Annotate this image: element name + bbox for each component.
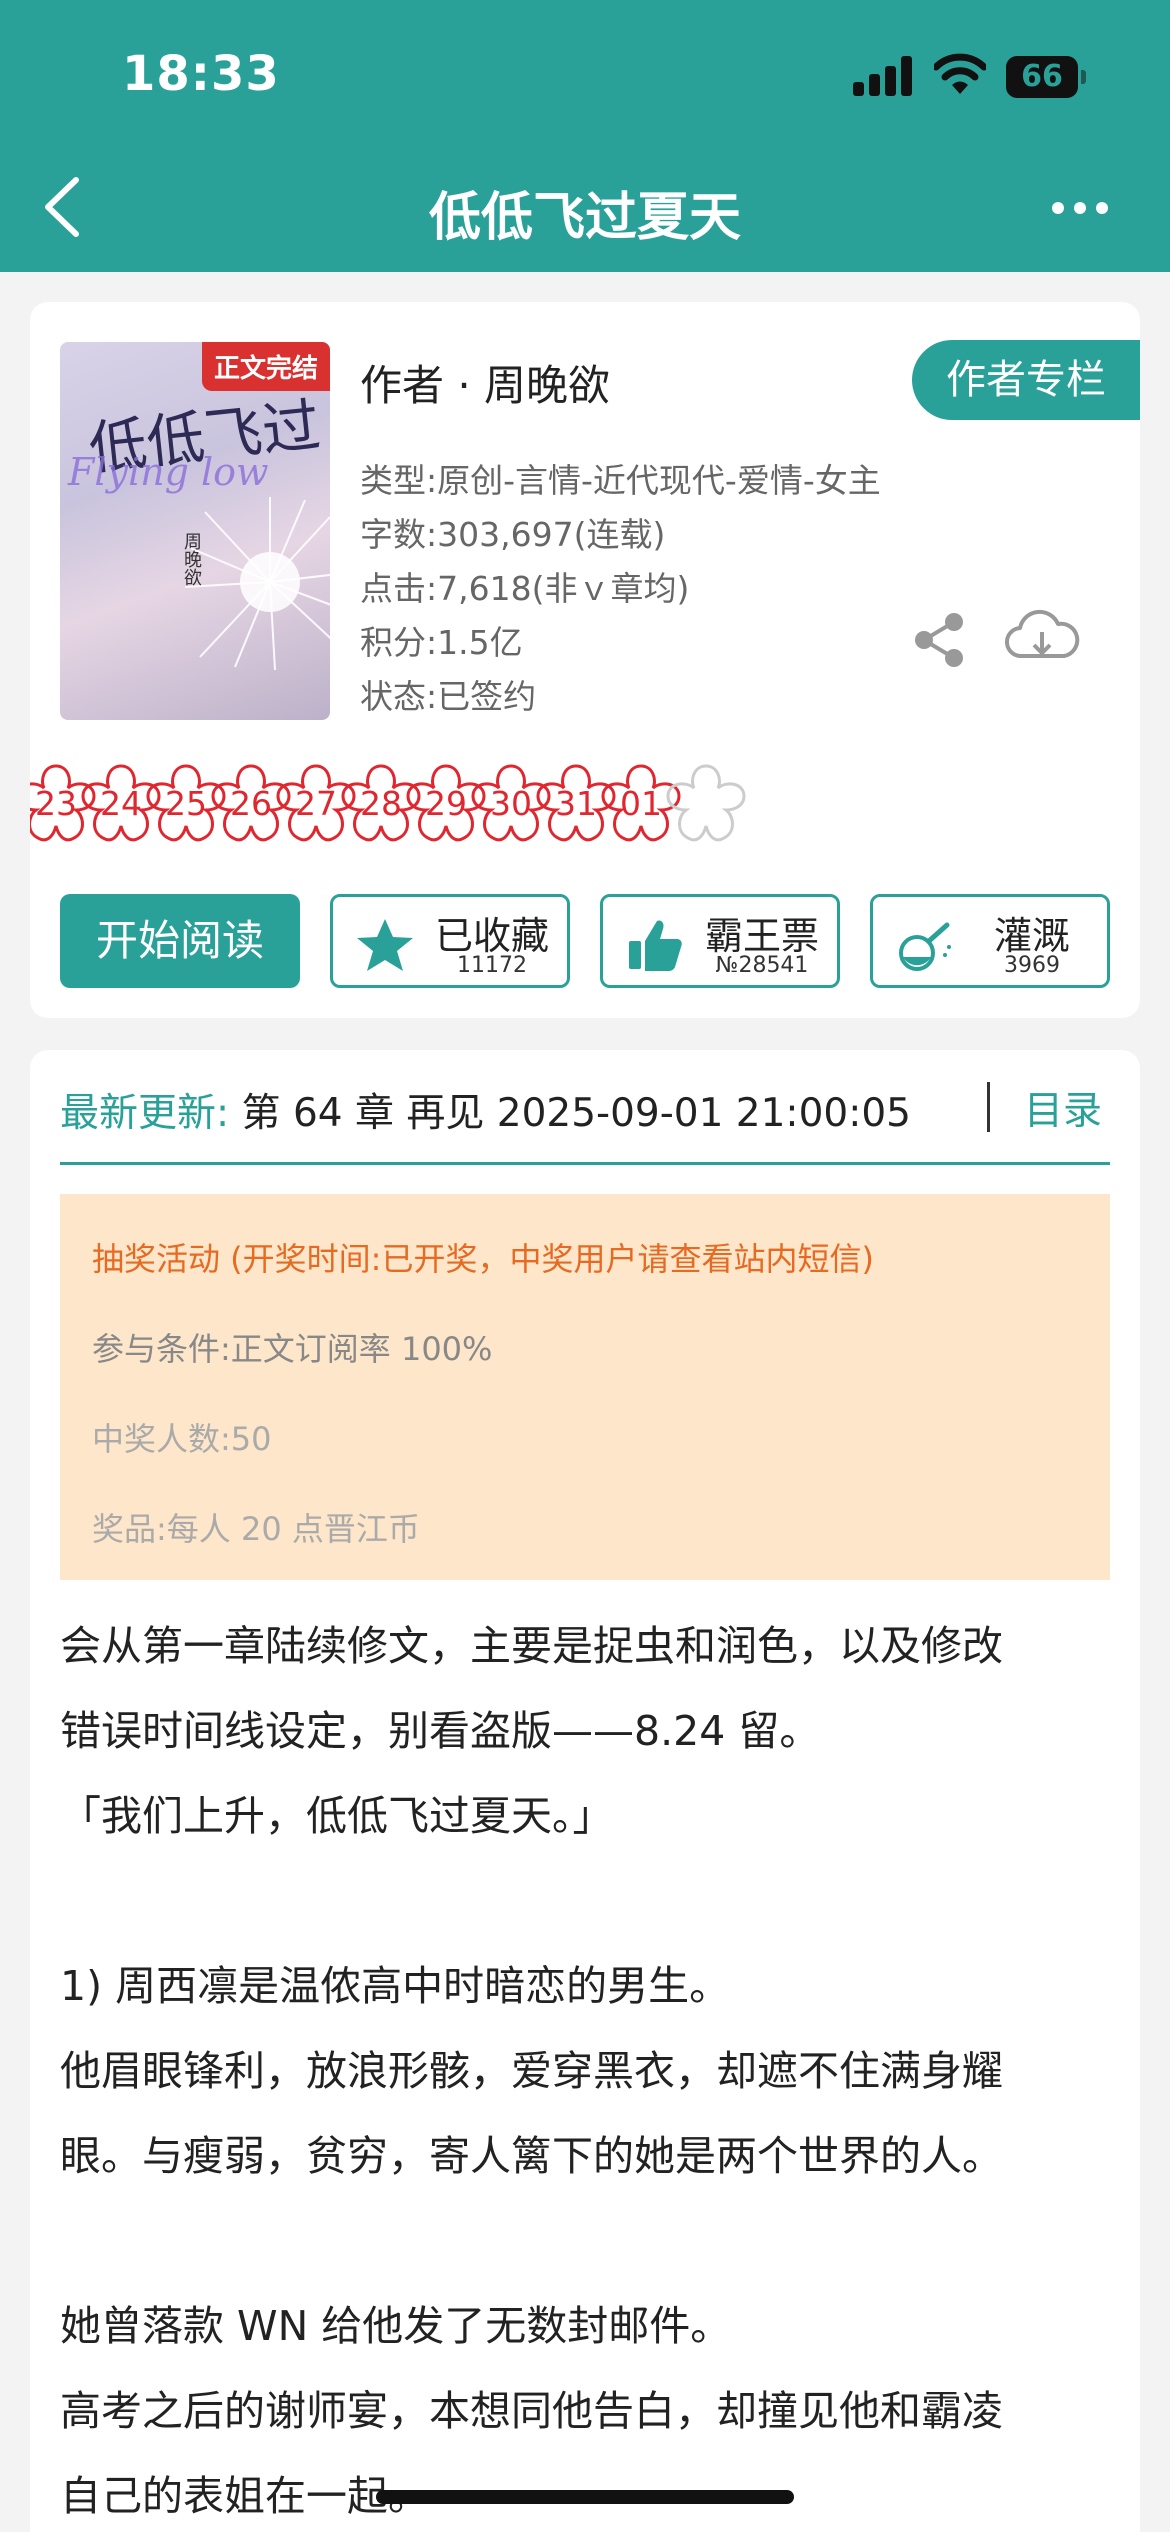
vote-label: 霸王票 xyxy=(704,914,819,958)
section-divider xyxy=(60,1162,1110,1165)
divider xyxy=(987,1082,990,1132)
meta-clicks: 点击:7,618(非ｖ章均) xyxy=(360,569,690,608)
author-column-button[interactable]: 作者专栏 xyxy=(912,340,1140,420)
description-line: 会从第一章陆续修文，主要是捉虫和润色，以及修改 xyxy=(60,1622,1003,1670)
meta-status: 状态:已签约 xyxy=(360,677,537,716)
latest-update-text: 第 64 章 再见 2025-09-01 21:00:05 xyxy=(241,1091,911,1136)
description-line: 错误时间线设定，别看盗版——8.24 留。 xyxy=(60,1707,821,1755)
share-icon[interactable] xyxy=(910,610,970,670)
completed-badge: 正文完结 xyxy=(201,342,330,391)
status-time: 18:33 xyxy=(122,46,280,102)
status-bar: 18:33 66 xyxy=(0,0,1170,150)
cloud-download-icon[interactable] xyxy=(1004,608,1080,670)
description-line: 她曾落款 WN 给他发了无数封邮件。 xyxy=(60,2302,732,2350)
cover-author: 周晚欲 xyxy=(181,532,202,586)
vote-button[interactable]: 霸王票 №28541 xyxy=(600,894,840,988)
cover-subtitle: Flying low xyxy=(68,450,269,494)
book-cover[interactable]: 低低飞过 Flying low 周晚欲 正文完结 xyxy=(60,342,330,720)
collect-button[interactable]: 已收藏 11172 xyxy=(330,894,570,988)
water-count: 3969 xyxy=(1004,953,1060,978)
description-line: 眼。与瘦弱，贫穷，寄人篱下的她是两个世界的人。 xyxy=(60,2132,1003,2180)
battery-level: 66 xyxy=(1021,59,1063,94)
latest-update[interactable]: 最新更新: 第 64 章 再见 2025-09-01 21:00:05 xyxy=(60,1082,911,1138)
lottery-prize: 奖品:每人 20 点晋江币 xyxy=(92,1510,420,1548)
thumbs-up-icon xyxy=(629,920,682,971)
water-button[interactable]: 灌溉 3969 xyxy=(870,894,1110,988)
page-title: 低低飞过夏天 xyxy=(428,188,741,248)
author-name[interactable]: 作者 · 周晚欲 xyxy=(360,352,610,413)
wifi-icon xyxy=(934,53,986,94)
description-line: 高考之后的谢师宴，本想同他告白，却撞见他和霸凌 xyxy=(60,2387,1003,2435)
water-label: 灌溉 xyxy=(993,914,1070,958)
more-icon[interactable] xyxy=(1052,198,1112,218)
home-indicator[interactable] xyxy=(376,2490,794,2504)
description-line: 他眉眼锋利，放浪形骸，爱穿黑衣，却遮不住满身耀 xyxy=(60,2047,1003,2095)
flower-day-empty[interactable] xyxy=(660,760,752,850)
meta-score: 积分:1.5亿 xyxy=(360,623,523,662)
battery-icon: 66 xyxy=(1006,56,1086,98)
description-line: 1) 周西凛是温侬高中时暗恋的男生。 xyxy=(60,1962,731,2010)
star-icon xyxy=(357,919,413,971)
lottery-condition: 参与条件:正文订阅率 100% xyxy=(92,1330,493,1368)
lottery-box: 抽奖活动 (开奖时间:已开奖，中奖用户请查看站内短信) 参与条件:正文订阅率 1… xyxy=(60,1194,1110,1580)
latest-update-label: 最新更新: xyxy=(60,1091,230,1136)
toc-link[interactable]: 目录 xyxy=(1024,1080,1102,1136)
start-reading-button[interactable]: 开始阅读 xyxy=(60,894,300,988)
lottery-winners: 中奖人数:50 xyxy=(92,1420,272,1458)
meta-genre: 类型:原创-言情-近代现代-爱情-女主 xyxy=(360,461,881,500)
vote-count: №28541 xyxy=(715,953,809,978)
collect-count: 11172 xyxy=(457,953,527,978)
lottery-title: 抽奖活动 (开奖时间:已开奖，中奖用户请查看站内短信) xyxy=(92,1240,874,1278)
signal-icon xyxy=(853,56,915,96)
collect-label: 已收藏 xyxy=(434,914,549,958)
watering-can-icon xyxy=(899,922,951,971)
app-header: 18:33 66 低低飞过夏天 xyxy=(0,0,1170,272)
description-line: 「我们上升，低低飞过夏天。」 xyxy=(60,1792,614,1840)
description-line: 自己的表姐在一起。 xyxy=(60,2472,429,2520)
meta-word-count: 字数:303,697(连载) xyxy=(360,515,666,554)
flower-calendar: 23 24 25 26 27 28 29 30 31 01 xyxy=(30,760,1140,850)
